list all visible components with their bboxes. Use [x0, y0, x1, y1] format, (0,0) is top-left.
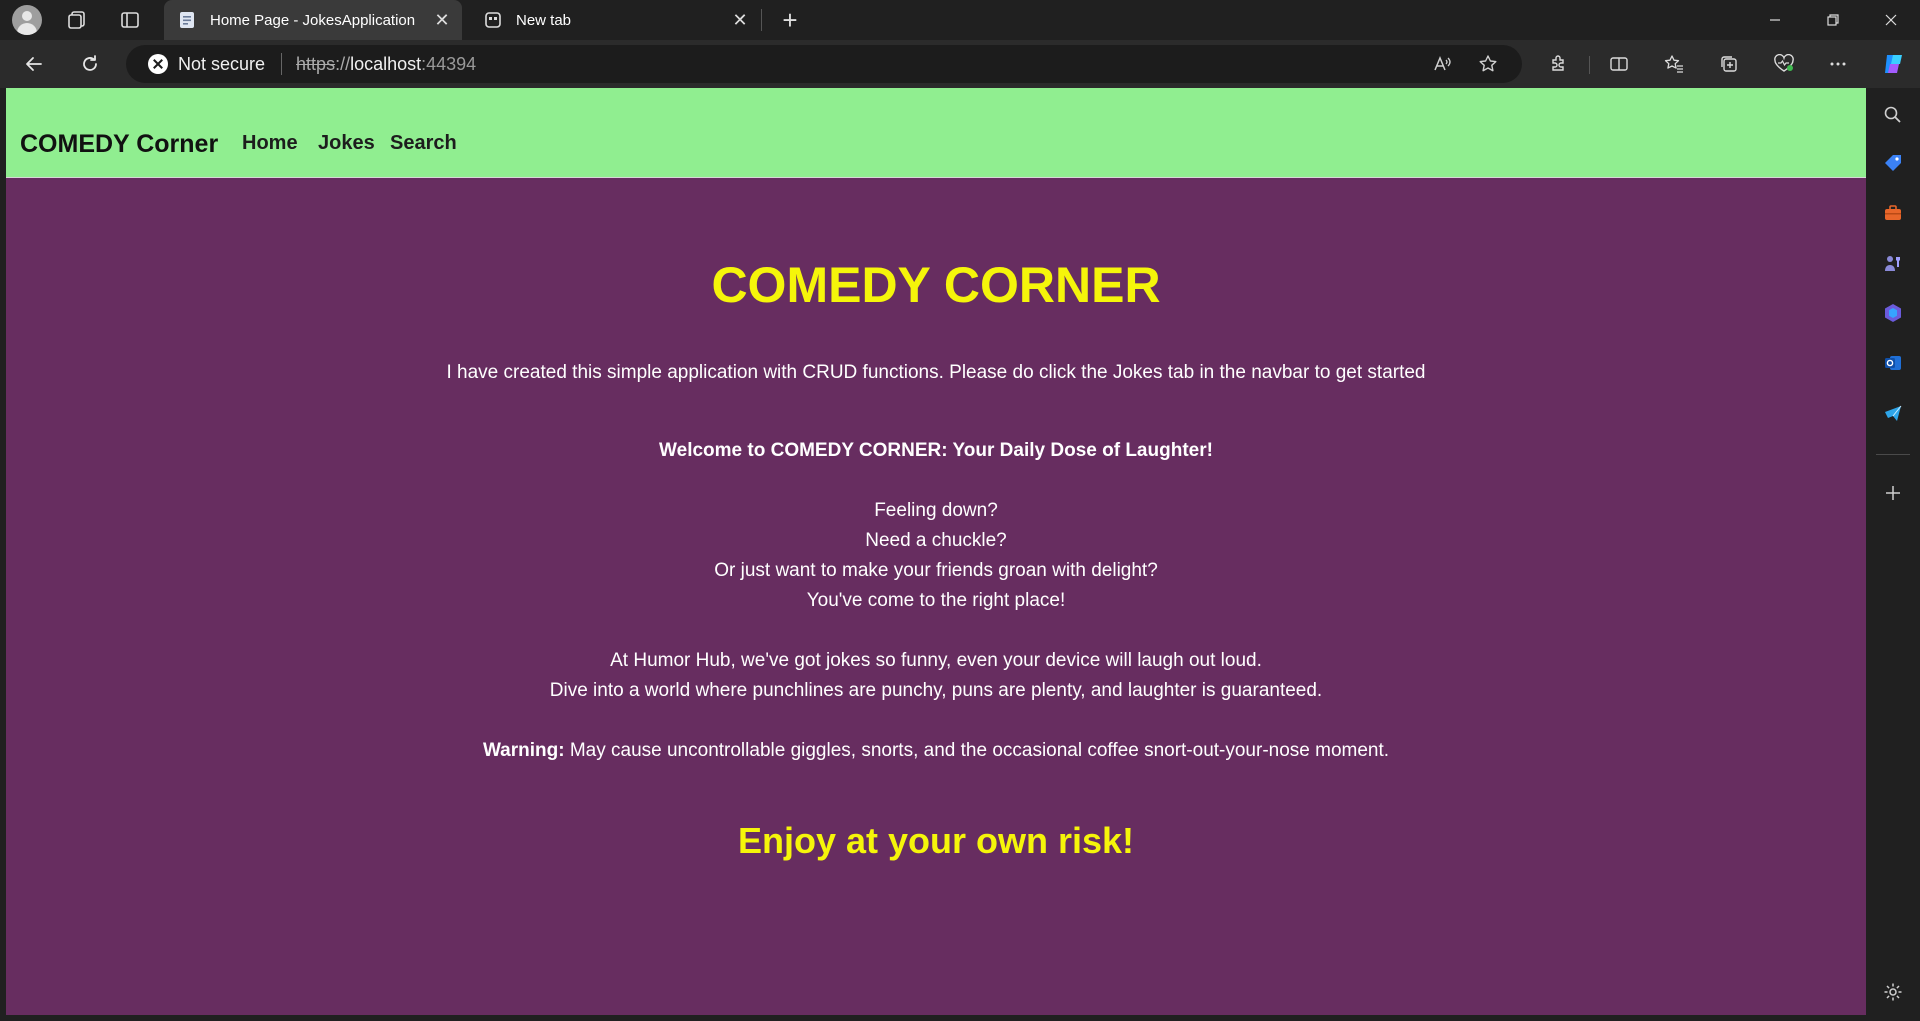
welcome-heading: Welcome to COMEDY CORNER: Your Daily Dos…	[659, 440, 1213, 461]
site-navbar: COMEDY Corner Home Jokes Search	[6, 88, 1866, 178]
page-title: COMEDY CORNER	[711, 257, 1161, 313]
back-button[interactable]	[18, 48, 50, 80]
url-text[interactable]: https://localhost:44394	[296, 54, 476, 75]
intro-text: I have created this simple application w…	[446, 362, 1426, 383]
closing-heading: Enjoy at your own risk!	[737, 820, 1135, 861]
new-tab-favicon-icon	[485, 12, 501, 28]
sidebar-divider	[1876, 454, 1910, 455]
microsoft-365-icon[interactable]	[1879, 299, 1907, 327]
warning-body: May cause uncontrollable giggles, snorts…	[564, 740, 1390, 761]
tagline-line: Need a chuckle?	[865, 530, 1007, 551]
tagline-line: You've come to the right place!	[806, 590, 1066, 611]
outlook-icon[interactable]	[1879, 349, 1907, 377]
extensions-icon[interactable]	[1541, 48, 1577, 80]
page-viewport: COMEDY Corner Home Jokes Search COMEDY C…	[6, 88, 1866, 1015]
settings-more-icon[interactable]	[1820, 48, 1856, 80]
tab-divider	[761, 9, 762, 31]
nav-link-home[interactable]: Home	[242, 132, 298, 155]
close-window-button[interactable]	[1864, 0, 1918, 40]
tab-new-tab[interactable]: New tab ✕	[470, 0, 760, 40]
description-line: Dive into a world where punchlines are p…	[549, 680, 1323, 701]
toolbar-divider	[1589, 56, 1590, 74]
tagline-line: Or just want to make your friends groan …	[714, 560, 1158, 581]
read-aloud-icon[interactable]	[1426, 45, 1458, 83]
tab-home-page[interactable]: Home Page - JokesApplication ✕	[164, 0, 462, 40]
edge-sidebar	[1866, 88, 1920, 1021]
tagline-line: Feeling down?	[874, 500, 998, 521]
description-line: At Humor Hub, we've got jokes so funny, …	[610, 650, 1262, 671]
security-label[interactable]: Not secure	[178, 54, 265, 75]
warning-label: Warning:	[482, 740, 565, 761]
tab-title: Home Page - JokesApplication	[210, 11, 416, 29]
send-telegram-icon[interactable]	[1879, 399, 1907, 427]
address-bar[interactable]: Not secure https://localhost:44394	[126, 45, 1522, 83]
vertical-tabs-icon[interactable]	[115, 5, 145, 35]
url-port: :44394	[421, 53, 477, 74]
workspaces-icon[interactable]	[62, 5, 92, 35]
new-tab-button[interactable]: +	[774, 4, 806, 36]
not-secure-icon[interactable]	[148, 54, 168, 74]
search-icon[interactable]	[1879, 101, 1907, 129]
warning-text: Warning: May cause uncontrollable giggle…	[6, 740, 1866, 762]
site-brand[interactable]: COMEDY Corner	[20, 130, 218, 159]
tab-title: New tab	[516, 11, 572, 29]
address-divider	[281, 53, 283, 75]
sidebar-settings-gear-icon[interactable]	[1879, 978, 1907, 1006]
copilot-icon[interactable]	[1876, 48, 1912, 80]
games-icon[interactable]	[1879, 249, 1907, 277]
close-tab-icon[interactable]: ✕	[724, 4, 756, 36]
profile-avatar[interactable]	[12, 5, 42, 35]
shopping-tag-icon[interactable]	[1879, 149, 1907, 177]
add-sidebar-app-icon[interactable]	[1879, 479, 1907, 507]
url-host: localhost	[350, 53, 422, 74]
tools-briefcase-icon[interactable]	[1879, 199, 1907, 227]
page-favicon-icon	[180, 12, 194, 28]
url-scheme-separator: ://	[335, 53, 351, 74]
split-screen-icon[interactable]	[1601, 48, 1637, 80]
collections-icon[interactable]	[1711, 48, 1747, 80]
navigation-bar: Not secure https://localhost:44394	[0, 40, 1920, 88]
refresh-button[interactable]	[74, 48, 106, 80]
favorites-icon[interactable]	[1656, 48, 1692, 80]
close-tab-icon[interactable]: ✕	[426, 4, 458, 36]
browser-essentials-icon[interactable]	[1766, 48, 1802, 80]
favorite-star-icon[interactable]	[1472, 45, 1504, 83]
title-bar: Home Page - JokesApplication ✕ New tab ✕…	[0, 0, 1920, 40]
restore-button[interactable]	[1806, 0, 1860, 40]
url-scheme: https	[296, 53, 336, 74]
nav-link-jokes[interactable]: Jokes	[318, 132, 375, 155]
minimize-button[interactable]	[1748, 0, 1802, 40]
nav-link-search[interactable]: Search	[390, 132, 457, 155]
